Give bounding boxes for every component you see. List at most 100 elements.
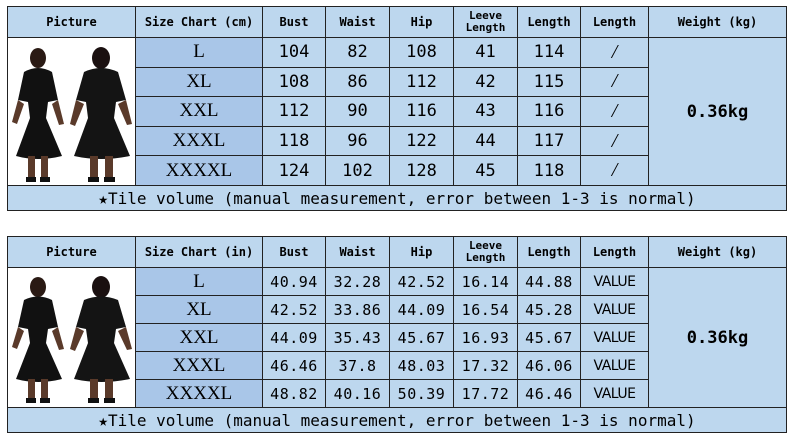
length-value: 46.46 (517, 379, 581, 408)
sleeve-value: 45 (453, 155, 518, 186)
sleeve-value: 16.93 (453, 323, 518, 352)
size-label: XXXXL (135, 155, 263, 186)
dress-photo (8, 269, 135, 406)
header-bust: Bust (262, 6, 326, 38)
waist-value: 96 (325, 125, 390, 157)
header-weight: Weight (kg) (648, 6, 787, 38)
header-picture: Picture (7, 6, 136, 38)
length-value: 115 (517, 66, 581, 98)
hip-value: 122 (389, 125, 454, 157)
length-extra-value: VALUE (580, 379, 649, 408)
length-value: 45.28 (517, 295, 581, 324)
bust-value: 108 (262, 66, 326, 98)
hip-value: 42.52 (389, 267, 454, 296)
length-value: 117 (517, 125, 581, 157)
waist-value: 35.43 (325, 323, 390, 352)
header-size-chart: Size Chart (in) (135, 236, 263, 268)
waist-value: 82 (325, 37, 390, 68)
length-value: 114 (517, 37, 581, 68)
header-hip: Hip (389, 6, 454, 38)
hip-value: 44.09 (389, 295, 454, 324)
length-extra-value: VALUE (580, 267, 649, 296)
size-label: XL (135, 295, 263, 324)
size-table-cm: Picture Size Chart (cm) Bust Waist Hip L… (7, 6, 787, 211)
header-row: Picture Size Chart (in) Bust Waist Hip L… (7, 236, 787, 268)
header-waist: Waist (325, 236, 390, 268)
size-label: XXXXL (135, 379, 263, 408)
header-length: Length (517, 236, 581, 268)
length-extra-value: / (580, 125, 649, 157)
header-length-extra: Length (580, 236, 649, 268)
note-row: ★Tile volume (manual measurement, error … (7, 407, 787, 433)
sleeve-value: 16.54 (453, 295, 518, 324)
weight-value: 0.36kg (648, 37, 787, 186)
length-value: 44.88 (517, 267, 581, 296)
header-row: Picture Size Chart (cm) Bust Waist Hip L… (7, 6, 787, 38)
measurement-note: ★Tile volume (manual measurement, error … (7, 407, 787, 433)
header-sleeve-length: Leeve Length (453, 6, 518, 38)
header-waist: Waist (325, 6, 390, 38)
length-extra-value: / (580, 96, 649, 127)
hip-value: 116 (389, 96, 454, 127)
header-hip: Hip (389, 236, 454, 268)
header-size-chart: Size Chart (cm) (135, 6, 263, 38)
hip-value: 112 (389, 66, 454, 98)
bust-value: 104 (262, 37, 326, 68)
bust-value: 124 (262, 155, 326, 186)
weight-value: 0.36kg (648, 267, 787, 408)
waist-value: 33.86 (325, 295, 390, 324)
header-length-extra: Length (580, 6, 649, 38)
waist-value: 102 (325, 155, 390, 186)
product-picture (7, 37, 136, 186)
hip-value: 108 (389, 37, 454, 68)
waist-value: 86 (325, 66, 390, 98)
note-row: ★Tile volume (manual measurement, error … (7, 185, 787, 211)
size-label: XL (135, 66, 263, 98)
dress-photo (8, 38, 135, 185)
length-value: 116 (517, 96, 581, 127)
table-row: L 104 82 108 41 114 / 0.36kg (7, 37, 787, 186)
length-value: 118 (517, 155, 581, 186)
bust-value: 46.46 (262, 351, 326, 380)
length-extra-value: / (580, 155, 649, 186)
length-extra-value: VALUE (580, 323, 649, 352)
bust-value: 40.94 (262, 267, 326, 296)
sleeve-value: 16.14 (453, 267, 518, 296)
size-label: XXL (135, 96, 263, 127)
header-weight: Weight (kg) (648, 236, 787, 268)
sleeve-value: 17.72 (453, 379, 518, 408)
bust-value: 118 (262, 125, 326, 157)
waist-value: 32.28 (325, 267, 390, 296)
size-label: XXXL (135, 351, 263, 380)
hip-value: 45.67 (389, 323, 454, 352)
sleeve-value: 43 (453, 96, 518, 127)
sleeve-value: 42 (453, 66, 518, 98)
waist-value: 90 (325, 96, 390, 127)
length-extra-value: / (580, 66, 649, 98)
header-sleeve-length: Leeve Length (453, 236, 518, 268)
length-value: 45.67 (517, 323, 581, 352)
sleeve-value: 44 (453, 125, 518, 157)
length-extra-value: / (580, 37, 649, 68)
bust-value: 112 (262, 96, 326, 127)
sleeve-value: 41 (453, 37, 518, 68)
product-picture (7, 267, 136, 408)
measurement-note: ★Tile volume (manual measurement, error … (7, 185, 787, 211)
size-label: XXL (135, 323, 263, 352)
header-picture: Picture (7, 236, 136, 268)
hip-value: 48.03 (389, 351, 454, 380)
length-extra-value: VALUE (580, 351, 649, 380)
size-label: L (135, 267, 263, 296)
bust-value: 48.82 (262, 379, 326, 408)
header-length: Length (517, 6, 581, 38)
sleeve-value: 17.32 (453, 351, 518, 380)
waist-value: 40.16 (325, 379, 390, 408)
size-label: XXXL (135, 125, 263, 157)
waist-value: 37.8 (325, 351, 390, 380)
length-value: 46.06 (517, 351, 581, 380)
header-bust: Bust (262, 236, 326, 268)
bust-value: 44.09 (262, 323, 326, 352)
size-table-in: Picture Size Chart (in) Bust Waist Hip L… (7, 236, 787, 433)
hip-value: 128 (389, 155, 454, 186)
length-extra-value: VALUE (580, 295, 649, 324)
